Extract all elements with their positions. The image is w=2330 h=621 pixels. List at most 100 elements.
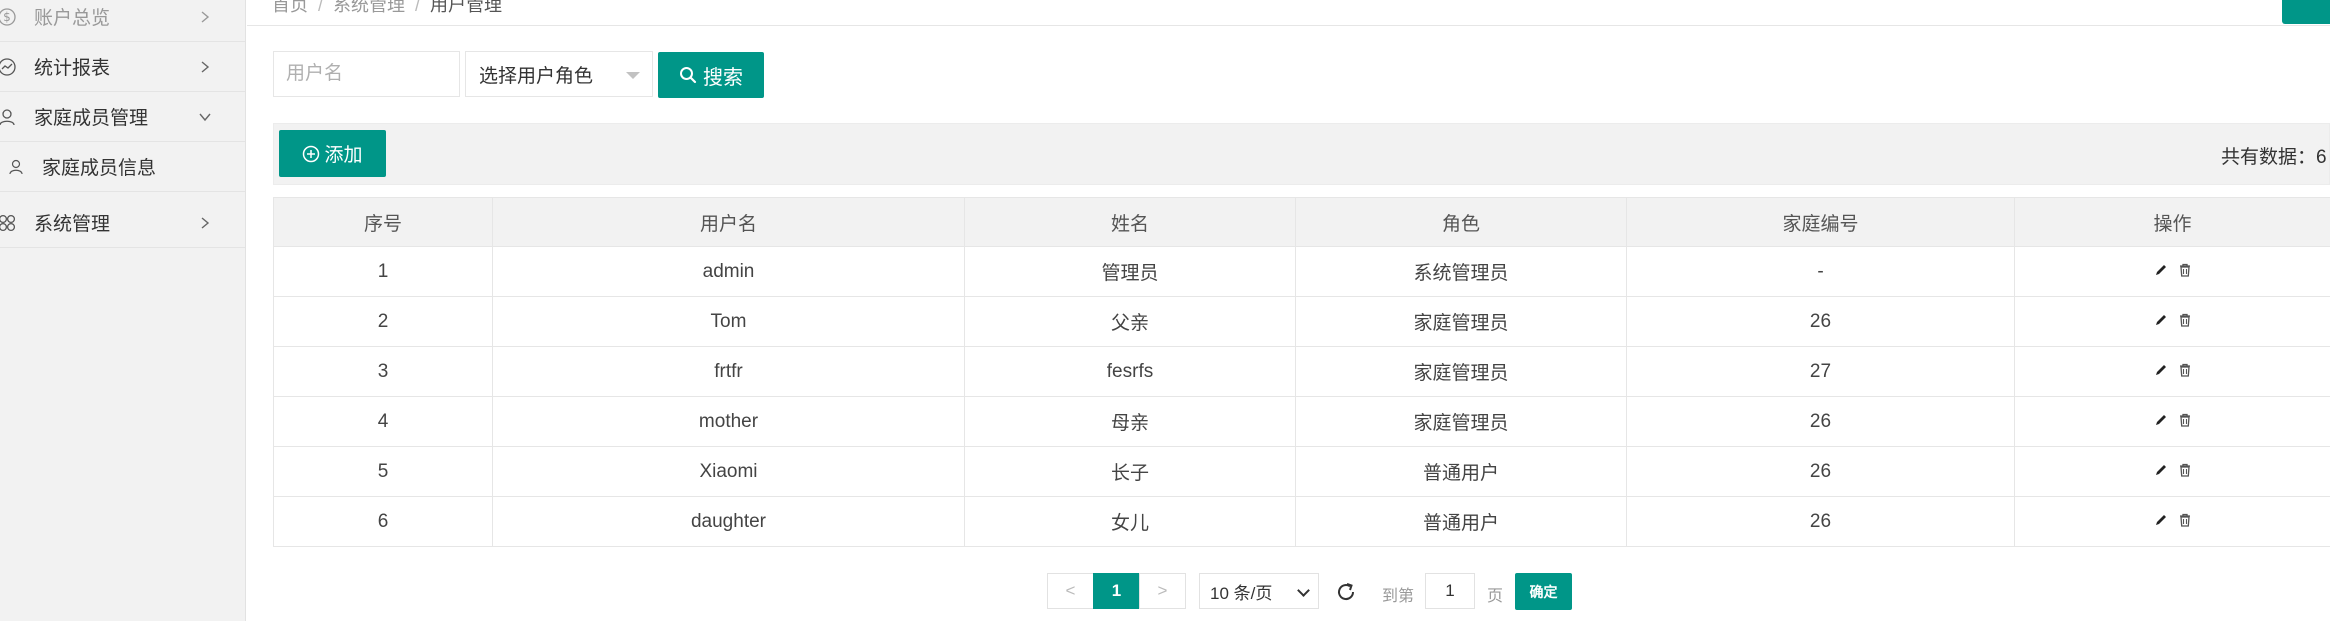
refresh-page-button[interactable] [2282,0,2330,24]
toolbar [273,123,2330,185]
edit-icon[interactable] [2154,263,2168,277]
header-index: 序号 [273,197,493,247]
cell-username: frtfr [492,346,965,397]
table-row: 4 mother 母亲 家庭管理员 26 [273,396,2330,447]
goto-prefix: 到第 [1382,588,1415,605]
breadcrumb-parent[interactable]: 系统管理 [333,0,405,15]
edit-icon[interactable] [2154,313,2168,327]
next-page-button[interactable]: > [1139,573,1186,609]
add-circle-icon [303,145,320,162]
cell-actions [2014,246,2330,297]
header-name: 姓名 [964,197,1296,247]
cell-name: 父亲 [964,296,1296,347]
dollar-icon: $ [0,7,16,26]
page-size-select[interactable]: 10 条/页 [1199,573,1319,609]
page-size-value: 10 条/页 [1210,583,1273,603]
cell-role: 普通用户 [1295,496,1627,547]
username-search-input[interactable] [273,51,460,97]
chevron-right-icon [201,10,210,23]
sidebar-item-label: 系统管理 [34,214,111,235]
edit-icon[interactable] [2154,363,2168,377]
header-role: 角色 [1295,197,1627,247]
cell-family-id: 26 [1626,446,2015,497]
cell-role: 家庭管理员 [1295,296,1627,347]
cell-username: Tom [492,296,965,347]
sidebar-item-family-members[interactable]: 家庭成员管理 [0,92,245,142]
cell-index: 6 [273,496,493,547]
cell-username: admin [492,246,965,297]
sidebar-item-label: 家庭成员管理 [34,108,149,129]
edit-icon[interactable] [2154,413,2168,427]
table-row: 2 Tom 父亲 家庭管理员 26 [273,296,2330,347]
cell-actions [2014,346,2330,397]
cell-family-id: 26 [1626,396,2015,447]
cell-family-id: 26 [1626,296,2015,347]
cell-family-id: 27 [1626,346,2015,397]
header-username: 用户名 [492,197,965,247]
add-button[interactable]: 添加 [279,130,386,177]
chart-line-icon [0,57,16,76]
cell-username: daughter [492,496,965,547]
sidebar-item-label: 家庭成员信息 [42,158,157,179]
user-icon [0,108,15,125]
cell-actions [2014,446,2330,497]
role-select[interactable]: 选择用户角色 [465,51,653,97]
users-table: 序号 用户名 姓名 角色 家庭编号 操作 1 admin 管理员 系统管理员 -… [273,197,2330,547]
table-row: 1 admin 管理员 系统管理员 - [273,246,2330,297]
chevron-down-icon [199,113,211,121]
chevron-right-icon [201,216,210,229]
prev-page-button[interactable]: < [1047,573,1094,609]
breadcrumb-home[interactable]: 首页 [272,0,308,15]
sidebar-item-account-overview[interactable]: $ 账户总览 [0,0,245,42]
cell-family-id: 26 [1626,496,2015,547]
cell-username: mother [492,396,965,447]
trash-icon[interactable] [2178,263,2192,277]
goto-confirm-button[interactable]: 确定 [1515,573,1572,610]
cell-role: 普通用户 [1295,446,1627,497]
cell-actions [2014,396,2330,447]
cell-actions [2014,296,2330,347]
search-icon [680,67,697,84]
refresh-icon[interactable] [1334,580,1358,604]
trash-icon[interactable] [2178,413,2192,427]
breadcrumb-separator: / [415,0,421,15]
apps-icon [0,214,16,231]
sidebar-item-family-member-info[interactable]: 家庭成员信息 [0,142,245,192]
header-family-id: 家庭编号 [1626,197,2015,247]
table-row: 6 daughter 女儿 普通用户 26 [273,496,2330,547]
trash-icon[interactable] [2178,363,2192,377]
current-page-button[interactable]: 1 [1093,573,1140,609]
goto-suffix: 页 [1487,588,1504,605]
trash-icon[interactable] [2178,313,2192,327]
sidebar-item-label: 统计报表 [34,58,111,79]
breadcrumb-separator: / [318,0,324,15]
total-count: 共有数据：6 条 [2221,147,2330,168]
search-button-label: 搜索 [703,66,743,89]
table-row: 5 Xiaomi 长子 普通用户 26 [273,446,2330,497]
cell-name: 长子 [964,446,1296,497]
role-select-value: 选择用户角色 [479,65,594,87]
table-row: 3 frtfr fesrfs 家庭管理员 27 [273,346,2330,397]
cell-name: 女儿 [964,496,1296,547]
cell-actions [2014,496,2330,547]
cell-index: 3 [273,346,493,397]
sidebar-item-label: 账户总览 [34,8,111,29]
add-button-label: 添加 [324,145,363,166]
edit-icon[interactable] [2154,463,2168,477]
cell-username: Xiaomi [492,446,965,497]
sidebar: $ 账户总览 统计报表 家庭成员管理 家庭成员信息 系统管理 [0,0,246,621]
sidebar-item-statistics[interactable]: 统计报表 [0,42,245,92]
breadcrumb: 首页 / 系统管理 / 用户管理 [272,0,502,17]
goto-page-input[interactable]: 1 [1425,573,1475,609]
chevron-down-icon [1297,584,1310,597]
search-button[interactable]: 搜索 [658,52,764,98]
cell-role: 家庭管理员 [1295,346,1627,397]
edit-icon[interactable] [2154,513,2168,527]
trash-icon[interactable] [2178,513,2192,527]
cell-index: 5 [273,446,493,497]
chevron-right-icon [201,60,210,73]
trash-icon[interactable] [2178,463,2192,477]
cell-name: fesrfs [964,346,1296,397]
sidebar-item-system-management[interactable]: 系统管理 [0,198,245,248]
cell-name: 母亲 [964,396,1296,447]
